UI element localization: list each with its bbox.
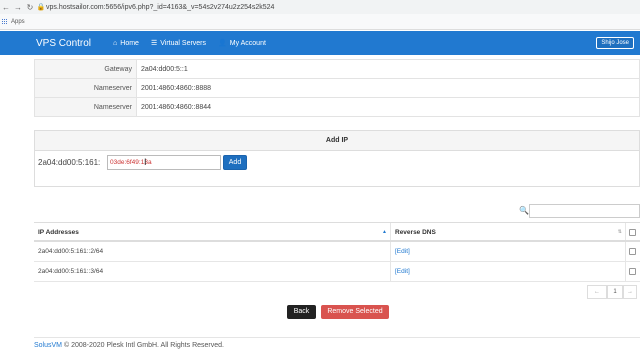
- apps-label[interactable]: Apps: [11, 19, 25, 25]
- reverse-dns-cell: [Edit]: [391, 242, 626, 261]
- reverse-dns-header-label: Reverse DNS: [395, 229, 436, 236]
- footer-brand-link[interactable]: SolusVM: [34, 342, 62, 349]
- apps-icon[interactable]: [2, 18, 8, 25]
- list-icon: ☰: [150, 40, 158, 47]
- row-checkbox[interactable]: [629, 268, 636, 275]
- nameserver-row-2: Nameserver 2001:4860:4860::8844: [34, 97, 640, 117]
- user-menu-button[interactable]: Shijo Jose: [596, 37, 634, 49]
- ip-prefix: 2a04:dd00:5:161:: [38, 158, 101, 167]
- add-button[interactable]: Add: [223, 155, 247, 170]
- text-cursor-icon: I: [144, 157, 147, 167]
- browser-toolbar: ← → ↻ 🔒 vps.hostsailor.com:5656/ipv6.php…: [0, 0, 640, 14]
- ip-table: IP Addresses ▲ Reverse DNS ⇅ 2a04:dd00:5…: [34, 222, 640, 282]
- current-page[interactable]: 1: [607, 285, 623, 299]
- prev-page-button[interactable]: ←: [587, 285, 607, 299]
- nameserver-label: Nameserver: [34, 97, 137, 117]
- table-row: 2a04:dd00:5:161::2/64 [Edit]: [34, 242, 640, 262]
- reload-icon[interactable]: ↻: [24, 3, 36, 12]
- nameserver-row-1: Nameserver 2001:4860:4860::8888: [34, 78, 640, 98]
- select-all-cell: [626, 223, 640, 240]
- nameserver-label: Nameserver: [34, 78, 137, 98]
- address-bar[interactable]: vps.hostsailor.com:5656/ipv6.php?_id=416…: [46, 4, 274, 11]
- back-arrow-icon[interactable]: ←: [0, 3, 12, 12]
- footer-copyright: © 2008-2020 Plesk Intl GmbH. All Rights …: [62, 342, 224, 349]
- ip-suffix-input[interactable]: [107, 155, 221, 170]
- gateway-row: Gateway 2a04:dd00:5::1: [34, 59, 640, 79]
- forward-arrow-icon[interactable]: →: [12, 3, 24, 12]
- sort-asc-icon: ▲: [382, 229, 387, 235]
- footer: SolusVM © 2008-2020 Plesk Intl GmbH. All…: [34, 342, 224, 349]
- ip-addresses-header-label: IP Addresses: [38, 229, 79, 236]
- search-icon: 🔍: [519, 206, 529, 215]
- row-select-cell: [626, 262, 640, 281]
- add-ip-panel: Add IP 2a04:dd00:5:161: I Add: [34, 130, 640, 187]
- remove-selected-button[interactable]: Remove Selected: [321, 305, 389, 319]
- gateway-value: 2a04:dd00:5::1: [137, 59, 640, 79]
- ip-address-cell: 2a04:dd00:5:161::2/64: [34, 242, 391, 261]
- brand-title[interactable]: VPS Control: [36, 38, 91, 49]
- sort-icon: ⇅: [617, 229, 622, 235]
- row-checkbox[interactable]: [629, 248, 636, 255]
- edit-dns-link[interactable]: [Edit]: [395, 248, 410, 255]
- row-select-cell: [626, 242, 640, 261]
- home-icon: ⌂: [113, 39, 118, 47]
- bookmarks-bar: Apps: [0, 14, 640, 30]
- top-navbar: VPS Control ⌂ Home ☰ Virtual Servers 👤 M…: [0, 31, 640, 55]
- back-button[interactable]: Back: [287, 305, 316, 319]
- nav-my-account-label: My Account: [229, 39, 266, 47]
- table-row: 2a04:dd00:5:161::3/64 [Edit]: [34, 262, 640, 282]
- nameserver-value: 2001:4860:4860::8888: [137, 78, 640, 98]
- pagination: ← 1 →: [587, 285, 637, 299]
- nav-my-account[interactable]: 👤 My Account: [218, 39, 266, 48]
- nav-home-label: Home: [120, 39, 139, 47]
- edit-dns-link[interactable]: [Edit]: [395, 268, 410, 275]
- nav-virtual-servers[interactable]: ☰ Virtual Servers: [150, 39, 207, 48]
- nav-virtual-servers-label: Virtual Servers: [160, 39, 207, 47]
- nav-home[interactable]: ⌂ Home: [113, 40, 139, 47]
- gateway-label: Gateway: [34, 59, 137, 79]
- lock-icon: 🔒: [36, 4, 46, 11]
- next-page-button[interactable]: →: [623, 285, 637, 299]
- select-all-checkbox[interactable]: [629, 229, 636, 236]
- reverse-dns-cell: [Edit]: [391, 262, 626, 281]
- add-ip-heading: Add IP: [35, 131, 639, 151]
- ip-address-cell: 2a04:dd00:5:161::3/64: [34, 262, 391, 281]
- search-input[interactable]: [529, 204, 640, 218]
- table-header: IP Addresses ▲ Reverse DNS ⇅: [34, 222, 640, 242]
- ip-addresses-header[interactable]: IP Addresses ▲: [34, 223, 391, 240]
- reverse-dns-header[interactable]: Reverse DNS ⇅: [391, 223, 626, 240]
- nameserver-value: 2001:4860:4860::8844: [137, 97, 640, 117]
- footer-divider: [34, 337, 640, 338]
- user-icon: 👤: [218, 40, 227, 47]
